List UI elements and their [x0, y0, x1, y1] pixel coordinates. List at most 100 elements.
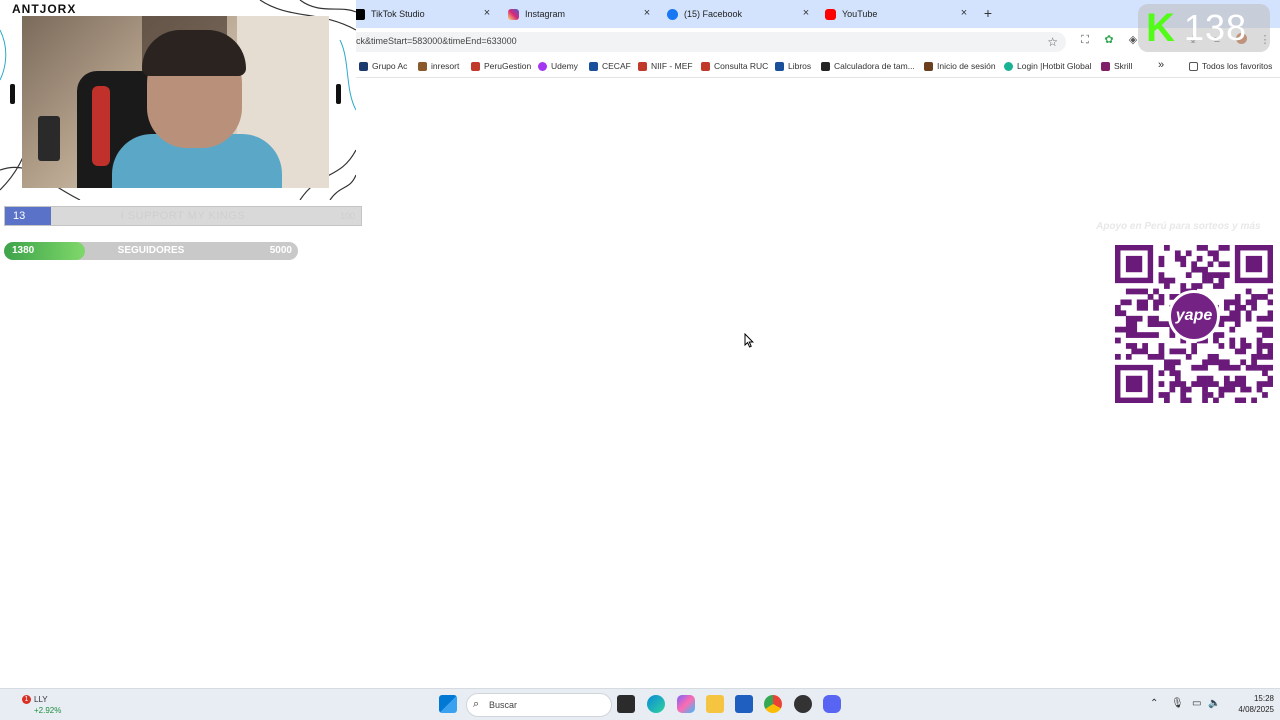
copilot-icon[interactable] — [677, 695, 695, 713]
obs-icon[interactable] — [794, 695, 812, 713]
mouse-cursor-icon — [744, 333, 754, 348]
tab-tiktok-studio[interactable]: TikTok Studio × — [354, 4, 494, 24]
bookmark-label: Libros — [788, 61, 812, 71]
bookmark-label: CECAF — [602, 61, 631, 71]
support-goal-max: 100 — [339, 211, 355, 221]
close-icon[interactable]: × — [640, 7, 654, 19]
bookmark-label: Inicio de sesión — [937, 61, 996, 71]
bookmark-icon — [1004, 61, 1013, 71]
tab-facebook[interactable]: (15) Facebook × — [667, 4, 813, 24]
bookmark-consulta-ruc[interactable]: Consulta RUC — [701, 61, 768, 71]
stock-change: +2.92% — [34, 706, 62, 715]
bookmark-icon — [701, 61, 710, 71]
taskbar-search[interactable]: ⌕ Buscar — [466, 693, 612, 717]
followers-goal-label: SEGUIDORES — [117, 245, 185, 256]
bookmark-hotbit[interactable]: Login |Hotbit Global — [1004, 61, 1092, 71]
address-bar[interactable]: ck&timeStart=583000&timeEnd=633000 ☆ — [340, 32, 1066, 52]
more-bookmarks-button[interactable]: » — [1158, 59, 1164, 71]
youtube-icon — [825, 8, 836, 20]
chrome-icon[interactable] — [764, 695, 782, 713]
support-goal-label: I SUPPORT MY KINGS — [120, 210, 246, 222]
bookmark-icon — [471, 61, 480, 71]
bookmark-icon — [538, 61, 547, 71]
clock-time: 15:28 — [1253, 694, 1274, 703]
tab-instagram[interactable]: Instagram × — [508, 4, 654, 24]
bookmark-label: Calculadora de tam... — [834, 61, 915, 71]
file-explorer-icon[interactable] — [706, 695, 724, 713]
tab-label: YouTube — [842, 9, 878, 19]
kick-viewer-counter: K 138 — [1138, 4, 1270, 52]
bookmark-icon — [821, 61, 830, 71]
bookmark-perugestion[interactable]: PeruGestion — [471, 61, 531, 71]
bookmark-label: inresort — [431, 61, 460, 71]
bookmark-icon — [638, 61, 647, 71]
tab-label: Instagram — [525, 9, 566, 19]
bookmark-niif-mef[interactable]: NIIF - MEF — [638, 61, 693, 71]
chevron-up-icon[interactable]: ⌃ — [1150, 698, 1158, 709]
stock-widget[interactable]: 1 LLY +2.92% — [14, 693, 74, 717]
close-icon[interactable]: × — [957, 7, 971, 19]
webcam-frame: ANTJORX — [0, 0, 356, 200]
search-placeholder: Buscar — [489, 700, 518, 710]
bookmark-icon — [775, 61, 784, 71]
tab-youtube[interactable]: YouTube × — [825, 4, 971, 24]
bookmark-label: Grupo Ac — [372, 61, 408, 71]
windows-start-icon[interactable] — [439, 695, 457, 713]
bookmark-label: Login |Hotbit Global — [1017, 61, 1092, 71]
bookmark-star-icon[interactable]: ☆ — [1047, 35, 1058, 49]
yape-caption: Apoyo en Perú para sorteos y más — [1096, 221, 1261, 232]
close-icon[interactable]: × — [799, 7, 813, 19]
kick-viewer-count: 138 — [1184, 7, 1248, 48]
task-view-icon[interactable] — [617, 695, 635, 713]
bookmark-label: Skrill — [1114, 61, 1133, 71]
followers-goal-max: 5000 — [269, 245, 292, 256]
instagram-icon — [508, 8, 519, 20]
bookmark-icon — [924, 61, 933, 71]
frame-bar-left — [10, 84, 15, 104]
followers-goal-bar: 1380 SEGUIDORES 5000 — [4, 242, 298, 260]
bookmark-calculadora[interactable]: Calculadora de tam... — [821, 61, 915, 71]
volume-icon[interactable]: 🔈 — [1208, 698, 1220, 709]
store-icon[interactable] — [735, 695, 753, 713]
bookmark-label: Udemy — [551, 61, 578, 71]
brand-text: ANTJORX — [12, 2, 77, 16]
bookmark-icon — [359, 61, 368, 71]
search-icon: ⌕ — [473, 698, 480, 710]
bookmark-label: Todos los favoritos — [1202, 61, 1273, 71]
notification-badge: 1 — [22, 695, 31, 704]
clock-date: 4/08/2025 — [1238, 705, 1274, 714]
screenshot-icon[interactable]: ⛶ — [1078, 33, 1092, 47]
bookmark-label: PeruGestion — [484, 61, 532, 71]
yape-logo-icon: yape — [1168, 290, 1220, 342]
url-text: ck&timeStart=583000&timeEnd=633000 — [356, 36, 517, 46]
network-icon[interactable]: ▭ — [1192, 698, 1201, 709]
support-goal-bar: 13 I SUPPORT MY KINGS 100 — [4, 206, 362, 226]
frame-bar-right — [336, 84, 341, 104]
extension-icon[interactable]: ✿ — [1102, 33, 1116, 47]
system-clock[interactable]: 15:28 4/08/2025 — [1224, 693, 1274, 715]
bookmark-skrill[interactable]: Skrill — [1101, 61, 1132, 71]
tab-label: (15) Facebook — [684, 9, 743, 19]
bookmark-inresort[interactable]: inresort — [418, 61, 459, 71]
new-tab-button[interactable]: + — [980, 5, 996, 21]
taskbar: 1 LLY +2.92% ⌕ Buscar ⌃ 🎙 ▭ 🔈 15:28 4/08… — [0, 688, 1280, 720]
bookmark-cecaf[interactable]: CECAF — [589, 61, 631, 71]
close-icon[interactable]: × — [480, 7, 494, 19]
all-bookmarks-folder[interactable]: Todos los favoritos — [1189, 61, 1272, 71]
discord-icon[interactable] — [823, 695, 841, 713]
bookmark-libros[interactable]: Libros — [775, 61, 811, 71]
bookmark-icon — [589, 61, 598, 71]
bookmark-udemy[interactable]: Udemy — [538, 61, 578, 71]
edge-icon[interactable] — [647, 695, 665, 713]
webcam-feed — [22, 16, 329, 188]
bookmark-icon — [418, 61, 427, 71]
facebook-icon — [667, 8, 678, 20]
bookmark-label: NIIF - MEF — [651, 61, 693, 71]
stock-ticker: LLY — [34, 695, 48, 704]
bookmark-icon — [1101, 61, 1110, 71]
yape-qr-code: yape — [1115, 245, 1274, 404]
bookmark-inicio-sesion[interactable]: Inicio de sesión — [924, 61, 996, 71]
kick-logo-icon: K — [1146, 6, 1175, 50]
microphone-icon[interactable]: 🎙 — [1171, 698, 1184, 709]
bookmark-grupo-ac[interactable]: Grupo Ac — [359, 61, 407, 71]
